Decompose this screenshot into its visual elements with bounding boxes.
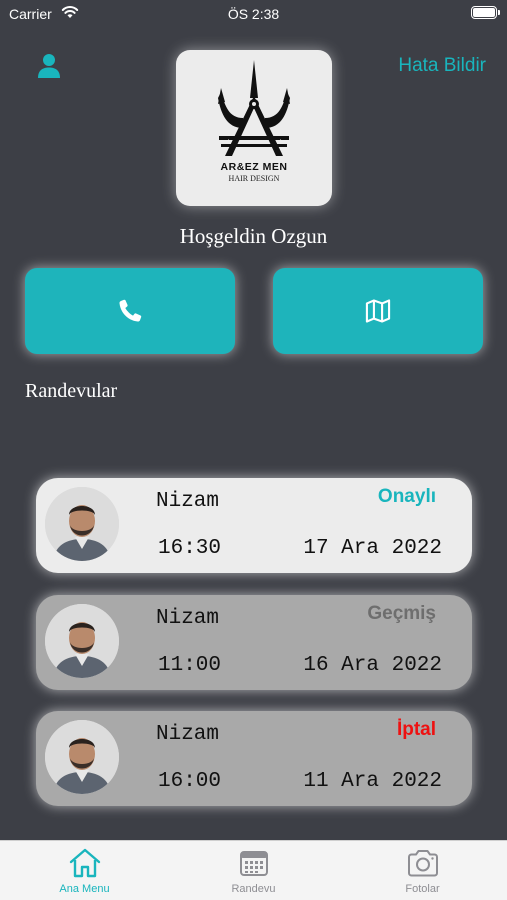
barber-name: Nizam xyxy=(156,723,220,746)
appointment-card[interactable]: Nizam İptal 16:00 11 Ara 2022 xyxy=(36,711,472,806)
barber-avatar xyxy=(45,487,119,561)
status-bar: Carrier ÖS 2:38 xyxy=(0,0,507,28)
appointment-date: 16 Ara 2022 xyxy=(303,654,442,677)
barber-avatar xyxy=(45,720,119,794)
tab-home[interactable]: Ana Menu xyxy=(0,841,169,900)
tab-appointment[interactable]: Randevu xyxy=(169,841,338,900)
logo-name: AR&EZ MEN xyxy=(220,161,288,173)
status-time: ÖS 2:38 xyxy=(227,6,280,22)
home-icon xyxy=(69,848,100,878)
barber-avatar xyxy=(45,604,119,678)
appointment-time: 16:30 xyxy=(158,537,222,560)
appointment-date: 17 Ara 2022 xyxy=(303,537,442,560)
tab-label: Ana Menu xyxy=(59,883,110,895)
appointment-time: 16:00 xyxy=(158,770,222,793)
appointments-title: Randevular xyxy=(25,380,118,402)
appointment-card[interactable]: Nizam Geçmiş 11:00 16 Ara 2022 xyxy=(36,595,472,690)
logo-subtitle: HAIR DESIGN xyxy=(228,174,280,183)
map-icon xyxy=(365,299,391,323)
calendar-icon xyxy=(239,851,268,876)
brand-logo: AR&EZ MEN HAIR DESIGN xyxy=(176,50,332,206)
tab-photos[interactable]: Fotolar xyxy=(338,841,507,900)
trident-logo-icon xyxy=(218,60,290,156)
camera-icon xyxy=(407,850,438,877)
map-button[interactable] xyxy=(273,268,483,354)
tab-bar: Ana Menu Randevu Fotolar xyxy=(0,840,507,900)
welcome-message: Hoşgeldin Ozgun xyxy=(179,224,328,248)
report-issue-button[interactable]: Hata Bildir xyxy=(398,55,486,77)
tab-label: Fotolar xyxy=(405,883,440,895)
status-badge: Geçmiş xyxy=(367,603,436,624)
status-badge: İptal xyxy=(396,719,436,740)
call-button[interactable] xyxy=(25,268,235,354)
barber-name: Nizam xyxy=(156,607,220,630)
appointment-card[interactable]: Nizam Onaylı 16:30 17 Ara 2022 xyxy=(36,478,472,573)
battery-icon xyxy=(471,6,500,19)
appointment-date: 11 Ara 2022 xyxy=(303,770,442,793)
appointment-time: 11:00 xyxy=(158,654,222,677)
tab-label: Randevu xyxy=(231,883,276,895)
barber-name: Nizam xyxy=(156,490,220,513)
user-icon[interactable] xyxy=(35,52,63,80)
phone-icon xyxy=(119,299,142,322)
status-badge: Onaylı xyxy=(377,486,436,507)
